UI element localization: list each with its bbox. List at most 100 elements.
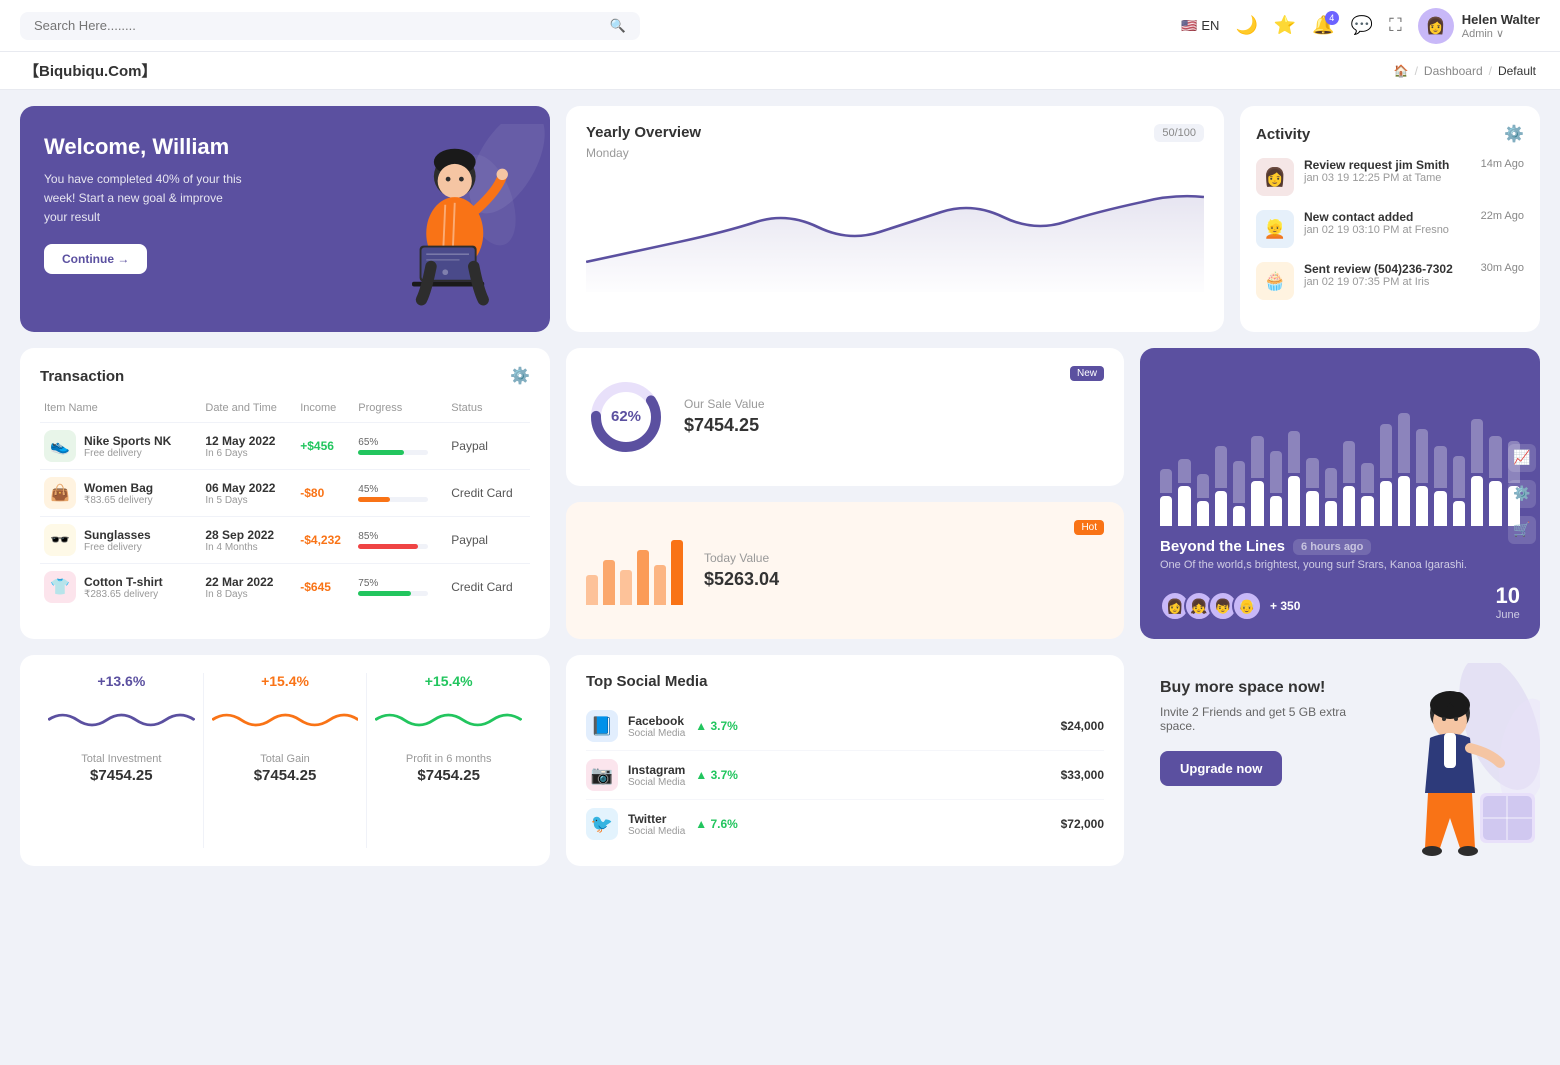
bar-column [1343,441,1355,526]
transaction-title: Transaction [40,368,124,385]
social-item-0: 📘 Facebook Social Media ▲ 3.7% $24,000 [586,702,1104,751]
continue-button[interactable]: Continue → [44,244,147,274]
today-value: $5263.04 [704,569,779,590]
user-menu[interactable]: 👩 Helen Walter Admin ∨ [1418,8,1540,44]
sale-card: 62% Our Sale Value $7454.25 New [566,348,1124,486]
today-info: Today Value $5263.04 [704,551,779,590]
stat-col-1: +15.4% Total Gain $7454.25 [204,673,368,848]
activity-text-1: New contact added jan 02 19 03:10 PM at … [1304,210,1471,236]
stat-col-2: +15.4% Profit in 6 months $7454.25 [367,673,530,848]
buyspace-card: Buy more space now! Invite 2 Friends and… [1140,655,1540,866]
sale-value: $7454.25 [684,415,765,436]
activity-thumb-2: 🧁 [1256,262,1294,300]
avatar: 👩 [1418,8,1454,44]
beyond-title-text: Beyond the Lines [1160,538,1285,555]
search-input[interactable] [34,18,602,33]
user-info: Helen Walter Admin ∨ [1462,12,1540,40]
bar-chart [1160,366,1520,526]
buyspace-figure [1370,663,1540,866]
messages-icon[interactable]: 💬 [1351,15,1373,36]
bar-column [1489,436,1501,526]
bar-column [1197,474,1209,526]
favorites-icon[interactable]: ⭐ [1274,15,1296,36]
date-num: 10 [1496,583,1520,609]
home-icon[interactable]: 🏠 [1394,64,1409,78]
bar-column [1453,456,1465,526]
avatars-row: 👩 👧 👦 👴 + 350 [1160,591,1300,621]
search-icon: 🔍 [610,18,626,34]
col-date: Date and Time [201,398,296,423]
upgrade-button[interactable]: Upgrade now [1160,751,1282,786]
activity-thumb-1: 👱 [1256,210,1294,248]
yearly-chart [586,172,1204,292]
beyond-sub: One Of the world,s brightest, young surf… [1160,559,1520,571]
transaction-table: Item Name Date and Time Income Progress … [40,398,530,610]
welcome-subtitle: You have completed 40% of your this week… [44,170,244,228]
col-progress: Progress [354,398,447,423]
notifications-icon[interactable]: 🔔 4 [1312,15,1334,36]
side-icon-cart[interactable]: 🛒 [1508,516,1536,544]
yearly-overview-card: Yearly Overview 50/100 Monday [566,106,1224,332]
activity-item-2: 🧁 Sent review (504)236-7302 jan 02 19 07… [1256,262,1524,300]
sm-avatar-3: 👴 [1232,591,1262,621]
row1: Welcome, William You have completed 40% … [20,106,1540,332]
plus-count: + 350 [1270,599,1300,613]
activity-thumb-0: 👩 [1256,158,1294,196]
fullscreen-icon[interactable]: ⛶ [1389,15,1402,36]
bar-column [1178,459,1190,526]
date-box: 10 June [1496,583,1520,621]
activity-text-0: Review request jim Smith jan 03 19 12:25… [1304,158,1471,184]
activity-settings-icon[interactable]: ⚙️ [1504,124,1524,144]
side-icon-settings[interactable]: ⚙️ [1508,480,1536,508]
donut-pct: 62% [586,377,666,457]
bar-column [1306,458,1318,526]
transaction-card: Transaction ⚙️ Item Name Date and Time I… [20,348,550,639]
col-item-name: Item Name [40,398,201,423]
col-status: Status [447,398,530,423]
transaction-settings-icon[interactable]: ⚙️ [510,366,530,386]
yearly-title: Yearly Overview [586,124,701,141]
today-bar-chart [586,535,686,605]
yearly-subtitle: Monday [586,146,1204,160]
activity-item-0: 👩 Review request jim Smith jan 03 19 12:… [1256,158,1524,196]
bar-column [1416,429,1428,526]
notification-badge: 4 [1325,11,1339,25]
bar-column [1215,446,1227,526]
stat-col-0: +13.6% Total Investment $7454.25 [40,673,204,848]
buyspace-title: Buy more space now! [1160,679,1360,697]
search-bar[interactable]: 🔍 [20,12,640,40]
activity-text-2: Sent review (504)236-7302 jan 02 19 07:3… [1304,262,1471,288]
nav-right: 🇺🇸 EN 🌙 ⭐ 🔔 4 💬 ⛶ 👩 Helen Walter Admin ∨ [1181,8,1540,44]
theme-toggle[interactable]: 🌙 [1235,15,1257,36]
bar-column [1233,461,1245,526]
donut-chart: 62% [586,377,666,457]
table-row: 🕶️ Sunglasses Free delivery 28 Sep 2022 … [40,517,530,564]
activity-item-1: 👱 New contact added jan 02 19 03:10 PM a… [1256,210,1524,248]
today-card: Today Value $5263.04 Hot [566,502,1124,640]
bar-column [1325,468,1337,526]
bar-column [1160,469,1172,526]
activity-card: Activity ⚙️ 👩 Review request jim Smith j… [1240,106,1540,332]
user-name: Helen Walter [1462,12,1540,27]
social-card: Top Social Media 📘 Facebook Social Media… [566,655,1124,866]
stats-card: +13.6% Total Investment $7454.25 +15.4% … [20,655,550,866]
bar-chart-card: Beyond the Lines 6 hours ago One Of the … [1140,348,1540,639]
beyond-time: 6 hours ago [1293,539,1371,555]
social-item-2: 🐦 Twitter Social Media ▲ 7.6% $72,000 [586,800,1104,848]
social-item-1: 📷 Instagram Social Media ▲ 3.7% $33,000 [586,751,1104,800]
table-row: 👕 Cotton T-shirt ₹283.65 delivery 22 Mar… [40,564,530,611]
bar-column [1471,419,1483,526]
side-icons: 📈 ⚙️ 🛒 [1508,444,1540,544]
bar-column [1270,451,1282,526]
buyspace-sub: Invite 2 Friends and get 5 GB extra spac… [1160,705,1350,733]
new-badge: New [1070,366,1104,381]
bar-column [1288,431,1300,526]
bar-column [1380,424,1392,526]
lang-selector[interactable]: 🇺🇸 EN [1181,18,1219,34]
sale-stack: 62% Our Sale Value $7454.25 New [566,348,1124,639]
breadcrumb-dashboard[interactable]: Dashboard [1424,64,1483,78]
side-icon-chart[interactable]: 📈 [1508,444,1536,472]
beyond-info: Beyond the Lines 6 hours ago One Of the … [1160,538,1520,621]
table-row: 👟 Nike Sports NK Free delivery 12 May 20… [40,423,530,470]
breadcrumb-bar: 【Biqubiqu.Com】 🏠 / Dashboard / Default [0,52,1560,90]
